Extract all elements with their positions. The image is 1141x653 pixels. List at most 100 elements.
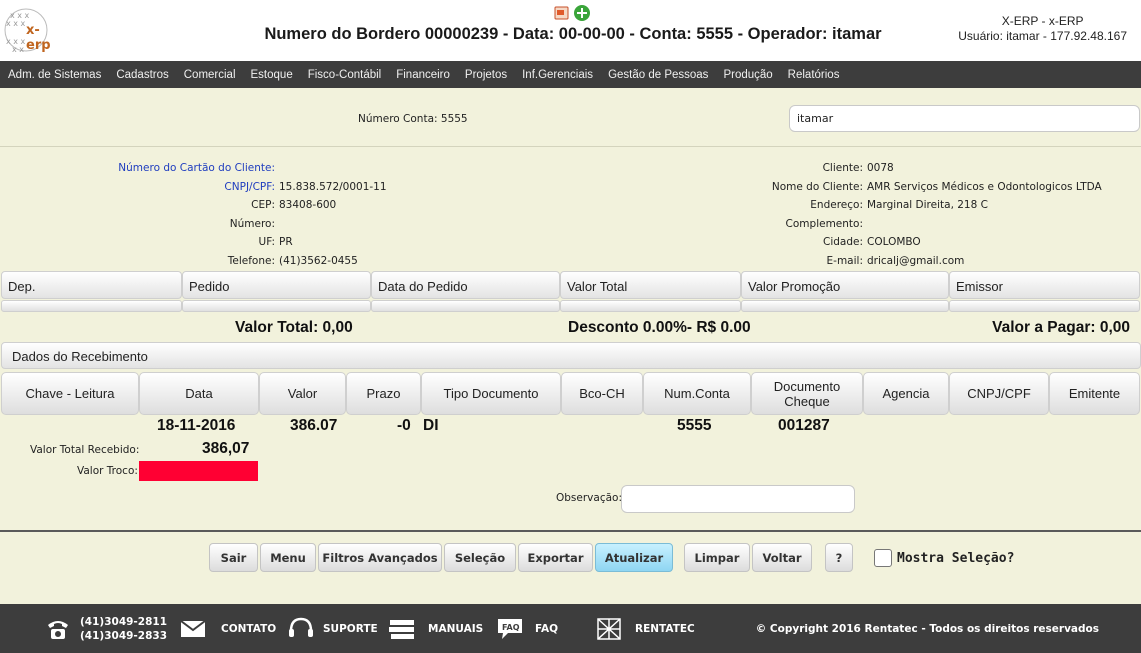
user-info: X-ERP - x-ERP Usuário: itamar - 177.92.4… (958, 14, 1127, 44)
faq-bubble-icon: FAQ (498, 618, 522, 639)
footer-manuais[interactable]: MANUAIS (388, 604, 483, 653)
info-row-uf: UF: PR (0, 233, 387, 252)
selecao-button[interactable]: Seleção (444, 543, 516, 572)
divider (0, 530, 1141, 532)
valor-pagar: Valor a Pagar: 0,00 (992, 319, 1130, 336)
atualizar-button[interactable]: Atualizar (595, 543, 673, 572)
endereco-value: Marginal Direita, 218 C (867, 199, 988, 211)
faq-link[interactable]: FAQ (535, 623, 558, 635)
exportar-button[interactable]: Exportar (518, 543, 593, 572)
rec-col-prazo[interactable]: Prazo (346, 372, 421, 415)
rec-col-cnpj-cpf[interactable]: CNPJ/CPF (949, 372, 1049, 415)
cartao-label[interactable]: Número do Cartão do Cliente: (0, 159, 275, 178)
observacao-input[interactable] (621, 485, 855, 513)
menu-button[interactable]: Menu (260, 543, 316, 572)
footer-rentatec[interactable]: RENTATEC (594, 604, 695, 653)
telefone-value: (41)3562-0455 (279, 254, 358, 267)
pedidos-empty-cell (371, 300, 560, 312)
dados-recebimento-header: Dados do Recebimento (1, 342, 1141, 369)
rec-row-documento: 001287 (778, 417, 830, 434)
valor-total-recebido-value: 386,07 (202, 440, 250, 457)
menu-item-producao[interactable]: Produção (723, 69, 772, 81)
info-row-cep: CEP: 83408-600 (0, 196, 387, 215)
limpar-button[interactable]: Limpar (684, 543, 750, 572)
cep-label: CEP: (251, 199, 275, 211)
email-value: dricalj@gmail.com (867, 254, 965, 267)
suporte-link[interactable]: SUPORTE (323, 623, 378, 635)
column-header-valor-total[interactable]: Valor Total (560, 271, 741, 299)
uf-label: UF: (258, 236, 275, 248)
footer-suporte[interactable]: SUPORTE (288, 604, 378, 653)
contato-link[interactable]: CONTATO (221, 623, 276, 635)
info-row-cnpj: CNPJ/CPF: 15.838.572/0001-11 (0, 178, 386, 197)
filtros-avancados-button[interactable]: Filtros Avançados (318, 543, 442, 572)
cartao-value (275, 159, 279, 178)
cnpj-label[interactable]: CNPJ/CPF: (0, 178, 275, 197)
menu-item-cadastros[interactable]: Cadastros (116, 69, 168, 81)
svg-text:x x: x x (12, 45, 24, 54)
numero-value (275, 215, 279, 234)
column-header-data-pedido[interactable]: Data do Pedido (371, 271, 560, 299)
column-header-pedido[interactable]: Pedido (182, 271, 371, 299)
menu-item-comercial[interactable]: Comercial (184, 69, 236, 81)
rec-row-valor: 386.07 (290, 417, 338, 434)
footer: (41)3049-2811 (41)3049-2833 CONTATO SUPO… (0, 604, 1141, 653)
column-header-emissor[interactable]: Emissor (949, 271, 1140, 299)
menu-item-projetos[interactable]: Projetos (465, 69, 507, 81)
desconto: Desconto 0.00%- R$ 0.00 (568, 319, 751, 336)
menu-item-gestao-pessoas[interactable]: Gestão de Pessoas (608, 69, 708, 81)
column-header-dep[interactable]: Dep. (1, 271, 182, 299)
header-icons (553, 4, 591, 22)
pedidos-empty-cell (741, 300, 949, 312)
endereco-label: Endereço: (810, 199, 863, 211)
valor-troco-label: Valor Troco: (77, 465, 138, 477)
info-row-email: E-mail: dricalj@gmail.com (640, 252, 1102, 271)
manuais-link[interactable]: MANUAIS (428, 623, 483, 635)
rec-col-chave[interactable]: Chave - Leitura (1, 372, 139, 415)
rec-col-emitente[interactable]: Emitente (1049, 372, 1140, 415)
voltar-button[interactable]: Voltar (752, 543, 812, 572)
cliente-label: Cliente: (822, 162, 863, 174)
headset-icon (289, 617, 313, 637)
rec-col-agencia[interactable]: Agencia (863, 372, 949, 415)
pedidos-empty-cell (182, 300, 371, 312)
column-header-valor-promocao[interactable]: Valor Promoção (741, 271, 949, 299)
rec-col-valor[interactable]: Valor (259, 372, 346, 415)
footer-faq[interactable]: FAQ FAQ (496, 604, 558, 653)
rec-col-data[interactable]: Data (139, 372, 259, 415)
menu-item-financeiro[interactable]: Financeiro (396, 69, 450, 81)
numero-conta-label: Número Conta: 5555 (358, 113, 468, 125)
valor-troco-field[interactable] (139, 461, 258, 481)
telefone-label: Telefone: (227, 254, 275, 267)
rec-col-documento-cheque[interactable]: Documento Cheque (751, 372, 863, 415)
complemento-label: Complemento: (785, 217, 863, 230)
operador-field[interactable]: itamar (789, 105, 1140, 132)
mostra-selecao-checkbox[interactable] (874, 549, 892, 567)
add-icon[interactable] (573, 4, 591, 22)
report-icon[interactable] (553, 4, 571, 22)
info-row-complemento: Complemento: (640, 215, 1102, 234)
menu-item-relatorios[interactable]: Relatórios (788, 69, 840, 81)
pedidos-empty-cell (560, 300, 741, 312)
sair-button[interactable]: Sair (209, 543, 258, 572)
rec-col-tipo-documento[interactable]: Tipo Documento (421, 372, 561, 415)
rentatec-link[interactable]: RENTATEC (635, 623, 695, 635)
divider (0, 146, 1141, 147)
menu-item-adm-sistemas[interactable]: Adm. de Sistemas (8, 69, 101, 81)
footer-contato[interactable]: CONTATO (180, 604, 276, 653)
info-row-cliente: Cliente: 0078 (640, 159, 1102, 178)
menu-item-estoque[interactable]: Estoque (251, 69, 293, 81)
menu-item-inf-gerenciais[interactable]: Inf.Gerenciais (522, 69, 593, 81)
cliente-info-left: Número do Cartão do Cliente: CNPJ/CPF: 1… (0, 159, 387, 270)
nome-cliente-value: AMR Serviços Médicos e Odontologicos LTD… (867, 180, 1102, 193)
observacao-label: Observação: (556, 492, 622, 504)
rec-col-num-conta[interactable]: Num.Conta (643, 372, 751, 415)
help-button[interactable]: ? (825, 543, 853, 572)
svg-text:FAQ: FAQ (502, 623, 520, 632)
mostra-selecao-label: Mostra Seleção? (897, 551, 1015, 566)
rec-col-bco-ch[interactable]: Bco-CH (561, 372, 643, 415)
menu-item-fisco-contabil[interactable]: Fisco-Contábil (308, 69, 382, 81)
valor-total: Valor Total: 0,00 (235, 319, 353, 336)
valor-total-recebido-label: Valor Total Recebido: (30, 444, 140, 456)
footer-phones: (41)3049-2811 (41)3049-2833 (80, 615, 167, 643)
